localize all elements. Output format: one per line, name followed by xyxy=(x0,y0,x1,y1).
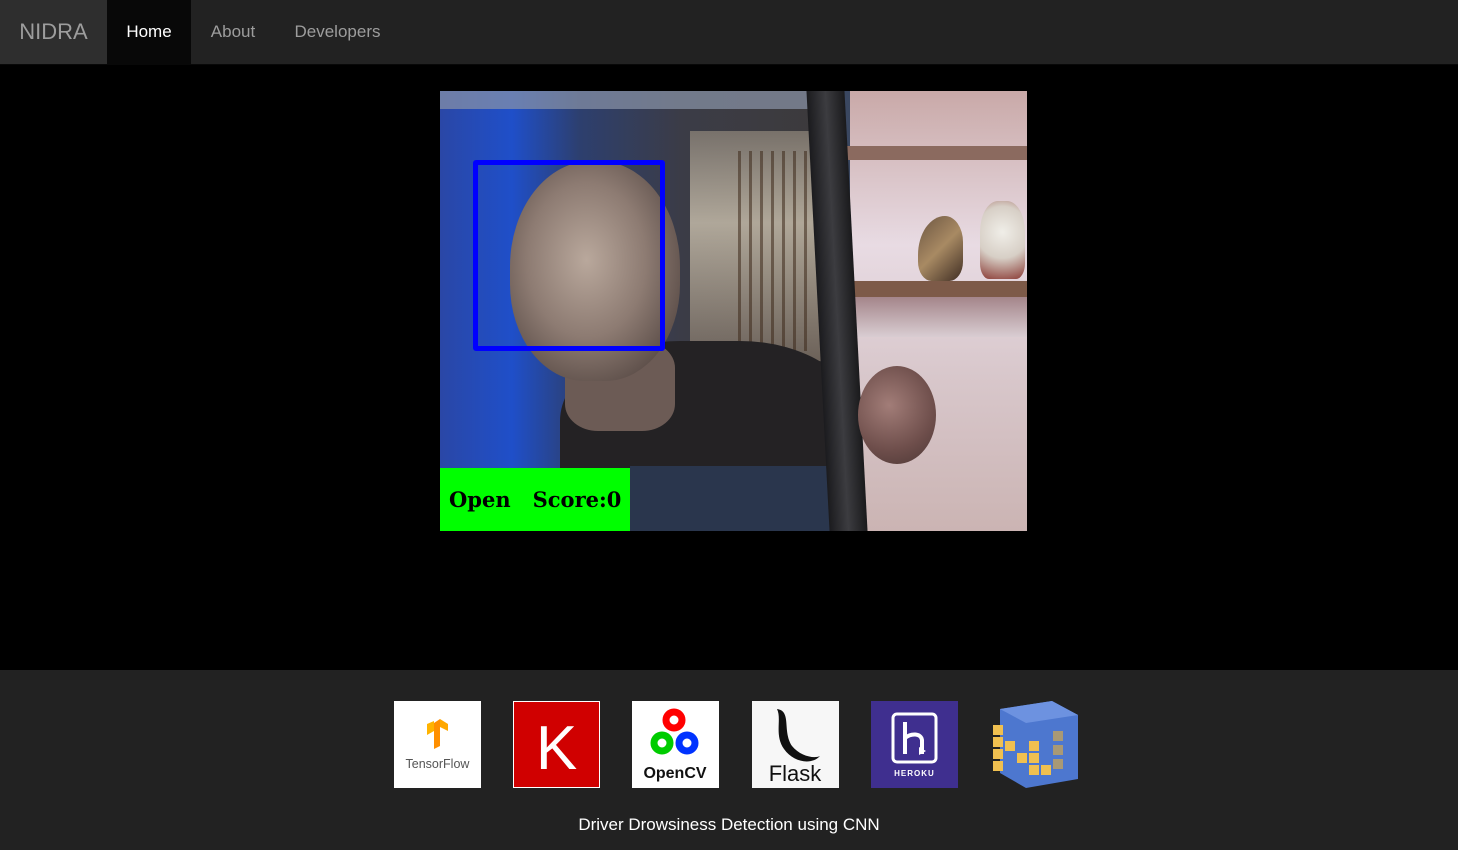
navbar-brand[interactable]: NIDRA xyxy=(0,0,107,64)
drowsiness-score: Score:0 xyxy=(532,487,622,512)
navbar: NIDRA Home About Developers xyxy=(0,0,1458,65)
opencv-logo-text: OpenCV xyxy=(643,765,706,782)
opencv-logo-icon[interactable]: OpenCV xyxy=(632,701,719,788)
nav-item-developers[interactable]: Developers xyxy=(275,0,400,64)
eye-state-label: Open xyxy=(449,487,511,512)
numpy-logo-icon[interactable] xyxy=(990,701,1078,788)
eye-status-overlay: Open Score:0 xyxy=(440,468,630,531)
heroku-logo-icon[interactable]: HEROKU xyxy=(871,701,958,788)
flask-logo-text: Flask xyxy=(769,761,823,786)
heroku-logo-text: HEROKU xyxy=(894,769,935,778)
nav-item-home[interactable]: Home xyxy=(107,0,191,64)
footer-caption: Driver Drowsiness Detection using CNN xyxy=(578,815,880,834)
footer: TensorFlow K OpenCV Flask HEROKU Driver … xyxy=(0,670,1458,850)
tensorflow-logo-icon[interactable]: TensorFlow xyxy=(394,701,481,788)
nav-item-about[interactable]: About xyxy=(191,0,275,64)
flask-logo-icon[interactable]: Flask xyxy=(752,701,839,788)
face-detection-box xyxy=(473,160,665,351)
tensorflow-logo-text: TensorFlow xyxy=(406,757,471,771)
keras-logo-icon[interactable]: K xyxy=(513,701,600,788)
keras-logo-text: K xyxy=(536,714,577,783)
